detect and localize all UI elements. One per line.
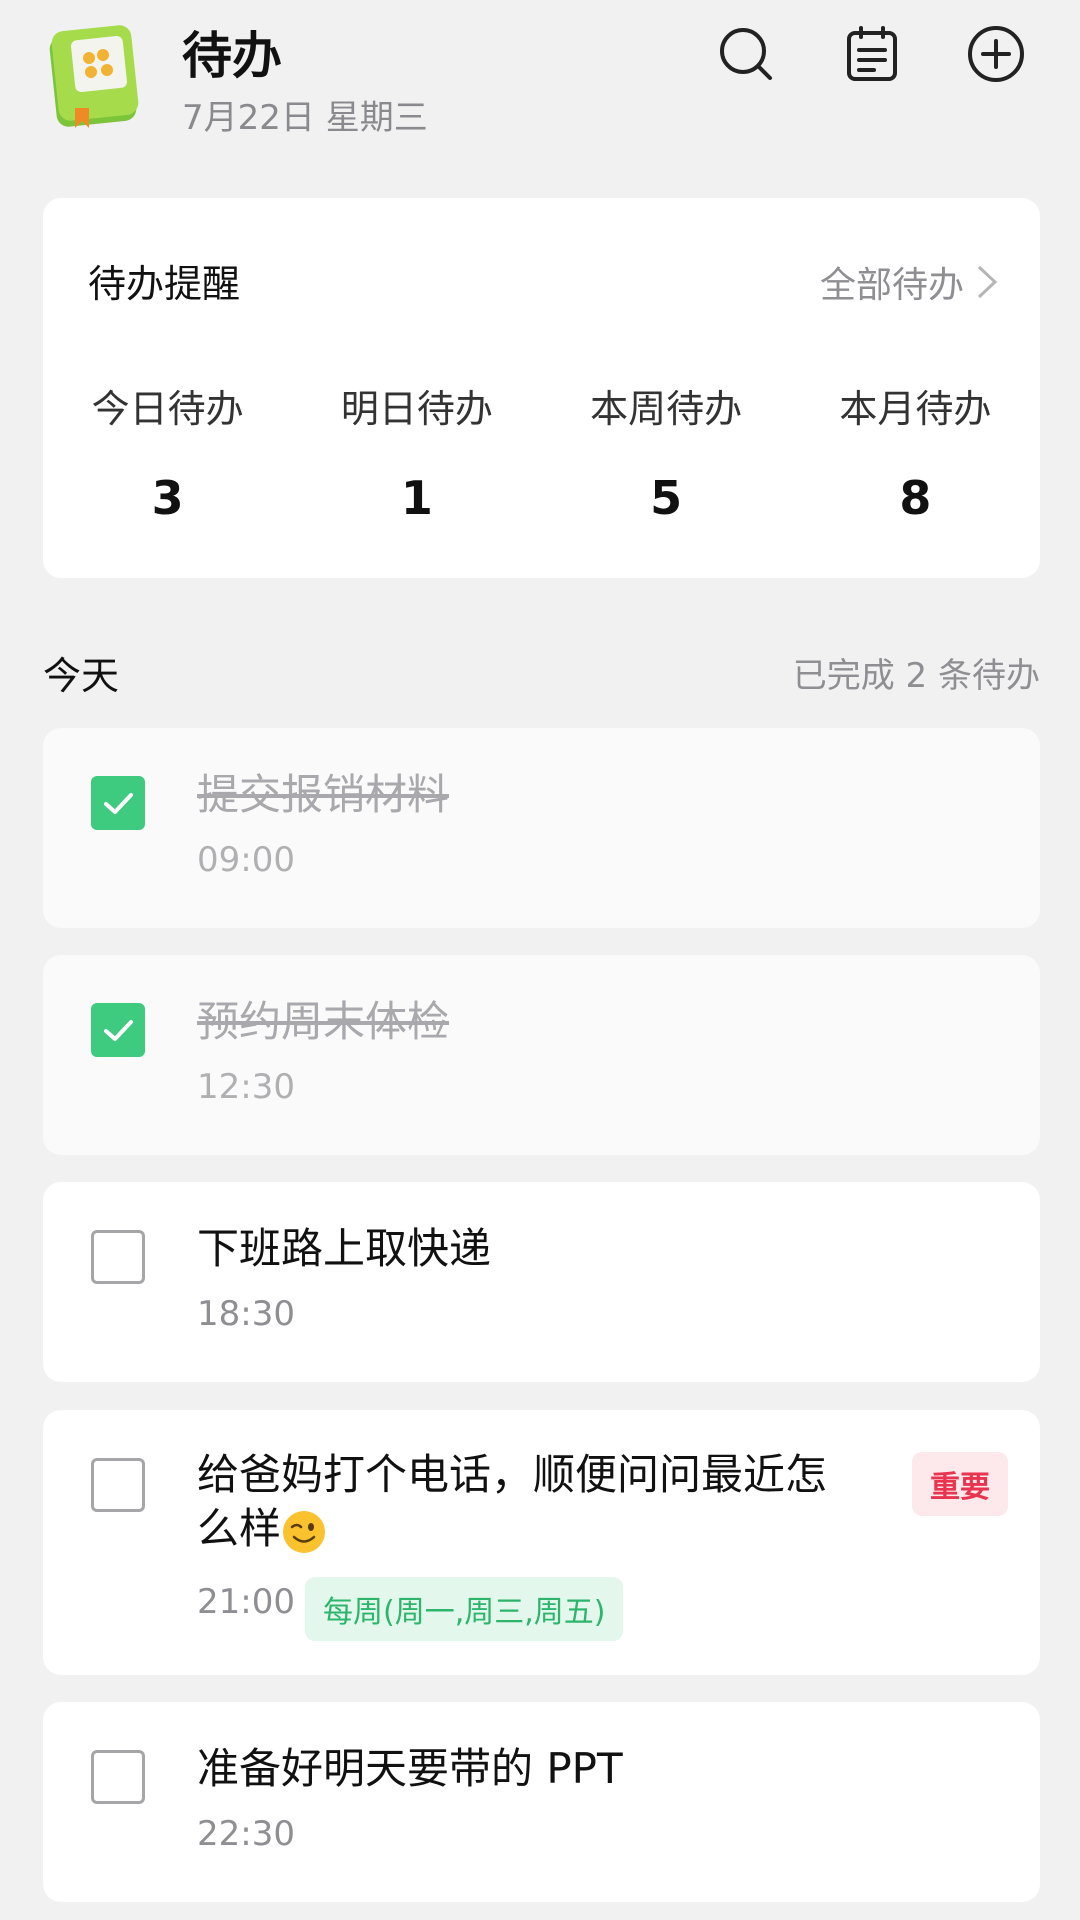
task-title: 预约周末体检: [197, 997, 450, 1046]
task-title: 给爸妈打个电话，顺便问问最近怎 么样: [197, 1448, 897, 1556]
completed-count: 已完成 2 条待办: [792, 656, 1040, 696]
notebook-app-icon: [45, 20, 145, 130]
task-checkbox[interactable]: [91, 1750, 145, 1804]
task-item[interactable]: 准备好明天要带的 PPT 22:30: [43, 1702, 1040, 1902]
chevron-right-icon: [977, 265, 998, 299]
task-time: 18:30: [197, 1294, 295, 1334]
today-section-header: 今天 已完成 2 条待办: [43, 645, 1040, 700]
checkmark-icon: [104, 1020, 133, 1041]
date-label: 7月22日 星期三: [182, 98, 428, 138]
search-button[interactable]: [714, 22, 778, 86]
task-item[interactable]: 下班路上取快递 18:30: [43, 1182, 1040, 1382]
header: 待办 7月22日 星期三: [0, 0, 1080, 150]
section-title: 今天: [43, 654, 120, 698]
task-item[interactable]: 预约周末体检 12:30: [43, 955, 1040, 1155]
summary-title: 待办提醒: [88, 262, 241, 306]
task-title: 准备好明天要带的 PPT: [197, 1744, 623, 1793]
stats-row: 今日待办 3 明日待办 1 本周待办 5 本月待办 8: [43, 378, 1040, 525]
checkmark-icon: [104, 793, 133, 814]
calendar-note-icon: [847, 26, 897, 81]
stat-month[interactable]: 本月待办 8: [791, 378, 1040, 525]
repeat-badge: 每周(周一,周三,周五): [305, 1577, 624, 1641]
task-time: 09:00: [197, 840, 295, 880]
all-todos-label: 全部待办: [819, 265, 964, 306]
stat-tomorrow[interactable]: 明日待办 1: [292, 378, 541, 525]
stat-today[interactable]: 今日待办 3: [43, 378, 292, 525]
stat-label: 本月待办: [839, 387, 992, 431]
important-badge: 重要: [912, 1452, 1008, 1516]
task-time: 12:30: [197, 1067, 295, 1107]
stat-value: 8: [899, 471, 932, 525]
task-checkbox[interactable]: [91, 1458, 145, 1512]
task-checkbox[interactable]: [91, 1003, 145, 1057]
task-item[interactable]: 给爸妈打个电话，顺便问问最近怎 么样 重要 21:00 每周(周一,周三,周五): [43, 1410, 1040, 1675]
task-title: 下班路上取快递: [197, 1224, 492, 1273]
stat-label: 本周待办: [590, 387, 743, 431]
stat-value: 1: [400, 471, 433, 525]
all-todos-link[interactable]: 全部待办: [820, 256, 1000, 308]
calendar-button[interactable]: [840, 22, 904, 86]
reminder-summary-card: 待办提醒 全部待办 今日待办 3 明日待办 1 本周待办 5 本月待办 8: [43, 198, 1040, 578]
task-time: 21:00: [197, 1582, 295, 1622]
task-item[interactable]: 提交报销材料 09:00: [43, 728, 1040, 928]
task-time: 22:30: [197, 1814, 295, 1854]
winking-face-emoji: [283, 1510, 326, 1553]
task-title-line2: 么样: [197, 1504, 282, 1553]
stat-value: 5: [650, 471, 683, 525]
stat-week[interactable]: 本周待办 5: [542, 378, 791, 525]
task-checkbox[interactable]: [91, 776, 145, 830]
search-icon: [720, 28, 772, 80]
stat-label: 今日待办: [91, 387, 244, 431]
add-circle-icon: [968, 26, 1024, 82]
task-checkbox[interactable]: [91, 1230, 145, 1284]
task-title: 提交报销材料: [197, 770, 450, 819]
stat-value: 3: [151, 471, 184, 525]
add-button[interactable]: [964, 22, 1028, 86]
stat-label: 明日待办: [340, 387, 493, 431]
page-title: 待办: [182, 27, 282, 85]
task-title-line1: 给爸妈打个电话，顺便问问最近怎: [197, 1450, 828, 1499]
